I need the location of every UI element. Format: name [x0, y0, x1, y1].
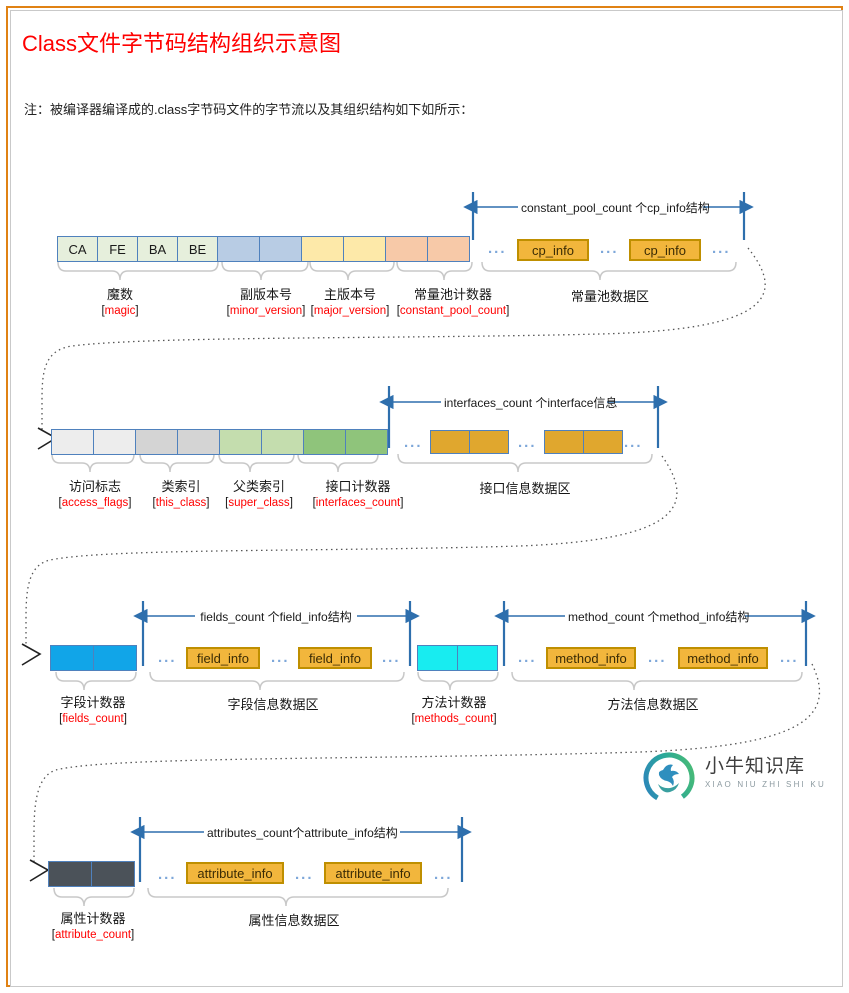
row3-fields-dim-label: fields_count 个field_info结构 [195, 608, 357, 625]
caption-methods-count-cn: 方法计数器 [421, 695, 487, 710]
row1-dim-label: constant_pool_count 个cp_info结构 [518, 199, 710, 216]
caption-fields-count: 字段计数器 [fields_count] [42, 694, 144, 727]
row3-methods-dots-0: ... [518, 649, 537, 666]
row3-methods-dots-2: ... [780, 649, 799, 666]
caption-fields-count-cn: 字段计数器 [60, 695, 126, 710]
minor-version-cell-0 [217, 236, 260, 262]
caption-cp-count-en: [constant_pool_count] [396, 305, 510, 317]
magic-cell-0: CA [57, 236, 98, 262]
caption-access-flags-cn: 访问标志 [68, 479, 121, 494]
major-version-cell-0 [301, 236, 344, 262]
row3-methods-dim-label: method_count 个method_info结构 [565, 608, 749, 625]
diagram-page: Class文件字节码结构组织示意图 注：被编译器编译成的.class字节码文件的… [0, 0, 849, 993]
row1-dots-0: ... [488, 240, 507, 257]
this-class-cell-1 [177, 429, 220, 455]
row2-dim-label: interfaces_count 个interface信息 [441, 394, 617, 411]
page-title: Class文件字节码结构组织示意图 [22, 31, 342, 56]
caption-methods-count: 方法计数器 [methods_count] [398, 694, 510, 727]
row3-fields-dots-1: ... [271, 649, 290, 666]
methods-count-cell-1 [457, 645, 498, 671]
this-class-cell-0 [135, 429, 178, 455]
row4-dim-label: attributes_count个attribute_info结构 [204, 824, 400, 841]
minor-version-cell-1 [259, 236, 302, 262]
caption-attribute-count-cn: 属性计数器 [60, 911, 126, 926]
caption-access-flags: 访问标志 [access_flags] [45, 478, 145, 511]
area-label-interfaces: 接口信息数据区 [479, 481, 571, 496]
method-info-box-1: method_info [678, 647, 768, 669]
interface-block-0 [430, 430, 509, 454]
caption-magic-cn: 魔数 [106, 287, 133, 302]
cp-info-box-1: cp_info [629, 239, 701, 261]
magic-cell-1: FE [97, 236, 138, 262]
area-label-constant-pool: 常量池数据区 [570, 289, 649, 304]
cp-count-cell-0 [385, 236, 428, 262]
row3-methods-dots-1: ... [648, 649, 667, 666]
method-info-box-0: method_info [546, 647, 636, 669]
access-flags-cell-1 [93, 429, 136, 455]
attribute-info-box-1: attribute_info [324, 862, 422, 884]
attribute-count-cell-1 [91, 861, 135, 887]
major-version-cell-1 [343, 236, 386, 262]
row4-attribute-count-strip [48, 861, 135, 887]
super-class-cell-0 [219, 429, 262, 455]
caption-magic: 魔数 [magic] [60, 286, 180, 319]
logo-name-cn: 小牛知识库 [705, 756, 806, 777]
caption-methods-count-en: [methods_count] [411, 713, 497, 725]
area-label-methods: 方法信息数据区 [607, 697, 699, 712]
cp-info-box-0: cp_info [517, 239, 589, 261]
magic-cell-2: BA [137, 236, 178, 262]
row3-fields-dots-0: ... [158, 649, 177, 666]
interfaces-count-cell-1 [345, 429, 388, 455]
methods-count-cell-0 [417, 645, 458, 671]
attribute-count-cell-0 [48, 861, 92, 887]
note-text: 注：被编译器编译成的.class字节码文件的字节流以及其组织结构如下如所示： [24, 102, 474, 117]
magic-cell-3: BE [177, 236, 218, 262]
attribute-info-box-0: attribute_info [186, 862, 284, 884]
cp-count-cell-1 [427, 236, 470, 262]
row4-dots-0: ... [158, 866, 177, 883]
fields-count-cell-1 [93, 645, 137, 671]
caption-interfaces-count-en: [interfaces_count] [312, 497, 404, 509]
interface-block-1 [544, 430, 623, 454]
row4-dots-1: ... [295, 866, 314, 883]
row1-dots-1: ... [600, 240, 619, 257]
super-class-cell-1 [261, 429, 304, 455]
row4-dots-2: ... [434, 866, 453, 883]
caption-interfaces-count-cn: 接口计数器 [325, 479, 391, 494]
row1-dots-2: ... [712, 240, 731, 257]
caption-cp-count-cn: 常量池计数器 [413, 287, 492, 302]
row2-dots-1: ... [518, 434, 537, 451]
caption-cp-count: 常量池计数器 [constant_pool_count] [371, 286, 535, 319]
caption-attribute-count-en: [attribute_count] [51, 929, 135, 941]
caption-attribute-count: 属性计数器 [attribute_count] [40, 910, 146, 943]
logo-name-en: XIAO NIU ZHI SHI KU [705, 780, 826, 789]
field-info-box-1: field_info [298, 647, 372, 669]
fields-count-cell-0 [50, 645, 94, 671]
site-logo: 小牛知识库 XIAO NIU ZHI SHI KU [645, 753, 826, 807]
row2-byte-strip [51, 429, 388, 455]
row2-dots-2: ... [624, 434, 643, 451]
field-info-box-0: field_info [186, 647, 260, 669]
row2-dots-0: ... [404, 434, 423, 451]
row3-methods-count-strip [417, 645, 498, 671]
caption-access-flags-en: [access_flags] [58, 497, 132, 509]
area-label-attributes: 属性信息数据区 [248, 913, 340, 928]
caption-interfaces-count: 接口计数器 [interfaces_count] [294, 478, 422, 511]
logo-wordmark: 小牛知识库 XIAO NIU ZHI SHI KU [705, 755, 826, 791]
row3-fields-count-strip [50, 645, 137, 671]
area-label-fields: 字段信息数据区 [227, 697, 319, 712]
caption-magic-en: [magic] [101, 305, 139, 317]
row3-fields-dots-2: ... [382, 649, 401, 666]
access-flags-cell-0 [51, 429, 94, 455]
interfaces-count-cell-0 [303, 429, 346, 455]
caption-fields-count-en: [fields_count] [59, 713, 127, 725]
row1-byte-strip: CA FE BA BE [57, 236, 470, 262]
